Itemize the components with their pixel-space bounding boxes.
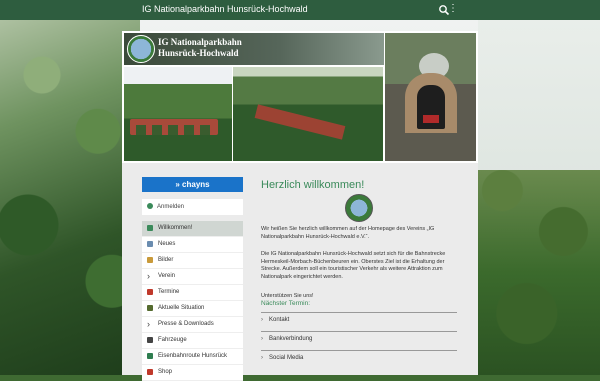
- image-icon: [147, 257, 153, 263]
- main-content: Herzlich willkommen! Wir heißen Sie herz…: [261, 179, 461, 361]
- background-forest-right: [478, 170, 600, 375]
- intro-text: Wir heißen Sie herzlich willkommen auf d…: [261, 226, 435, 240]
- next-event-label: Nächster Termin:: [261, 300, 311, 307]
- bridge-shape: [254, 104, 346, 140]
- sidebar-item-aktuelle-situation[interactable]: Aktuelle Situation: [142, 301, 243, 317]
- accordion-bankverbindung[interactable]: › Bankverbindung: [261, 331, 457, 346]
- sidebar-menu: Willkommen! Neues Bilder › Verein Termine Aktu…: [142, 221, 243, 381]
- chevron-right-icon: ›: [261, 317, 263, 323]
- accordion-label: Social Media: [269, 355, 304, 361]
- site-banner[interactable]: IG Nationalparkbahn Hunsrück-Hochwald: [124, 33, 384, 65]
- chayns-button[interactable]: » chayns: [142, 177, 243, 192]
- vehicle-icon: [147, 337, 153, 343]
- page-title: Herzlich willkommen!: [261, 179, 365, 191]
- sidebar-item-eisenbahnroute-hunsrück[interactable]: Eisenbahnroute Hunsrück: [142, 349, 243, 365]
- accordion-label: Bankverbindung: [269, 336, 313, 342]
- more-menu-icon[interactable]: ⋮: [448, 3, 458, 15]
- accordion-kontakt[interactable]: › Kontakt: [261, 312, 457, 327]
- calendar-icon: [147, 289, 153, 295]
- sidebar-item-termine[interactable]: Termine: [142, 285, 243, 301]
- home-icon: [147, 225, 153, 231]
- content-card: » chayns Anmelden Willkommen! Neues Bilder…: [122, 163, 478, 381]
- chevron-icon: ›: [147, 319, 150, 329]
- news-icon: [147, 241, 153, 247]
- accordion-label: Kontakt: [269, 317, 290, 323]
- accordion-social-media[interactable]: › Social Media: [261, 350, 457, 365]
- sidebar-item-neues[interactable]: Neues: [142, 237, 243, 253]
- description-text: Die IG Nationalparkbahn Hunsrück-Hochwal…: [261, 251, 446, 280]
- header-photo-viaduct: [124, 67, 232, 161]
- chevron-right-icon: ›: [261, 355, 263, 361]
- sidebar-item-bilder[interactable]: Bilder: [142, 253, 243, 269]
- route-icon: [147, 353, 153, 359]
- logo-icon: [127, 35, 155, 63]
- chevron-right-icon: ›: [261, 336, 263, 342]
- chevron-icon: ›: [147, 271, 150, 281]
- background-forest-left: [0, 0, 140, 375]
- sidebar-item-shop[interactable]: Shop: [142, 365, 243, 381]
- sidebar-item-fahrzeuge[interactable]: Fahrzeuge: [142, 333, 243, 349]
- shop-icon: [147, 369, 153, 375]
- site-title[interactable]: IG Nationalparkbahn Hunsrück-Hochwald: [142, 4, 308, 14]
- viaduct-shape: [130, 119, 218, 135]
- header-photo-train-bridge: [233, 67, 383, 161]
- sidebar-item-verein[interactable]: › Verein: [142, 269, 243, 285]
- club-logo-icon: [345, 194, 373, 222]
- header-card: IG Nationalparkbahn Hunsrück-Hochwald: [122, 31, 478, 163]
- locomotive-shape: [417, 85, 445, 129]
- sidebar-item-willkommen[interactable]: Willkommen!: [142, 221, 243, 237]
- header-photo-locomotive: [385, 33, 476, 161]
- background-sky-right: [478, 18, 600, 178]
- top-bar: IG Nationalparkbahn Hunsrück-Hochwald ⋮: [0, 0, 600, 20]
- login-icon: [147, 203, 153, 210]
- login-button[interactable]: Anmelden: [142, 199, 243, 215]
- banner-title: IG Nationalparkbahn Hunsrück-Hochwald: [158, 37, 242, 58]
- sidebar-item-presse-downloads[interactable]: › Presse & Downloads: [142, 317, 243, 333]
- train-icon: [147, 305, 153, 311]
